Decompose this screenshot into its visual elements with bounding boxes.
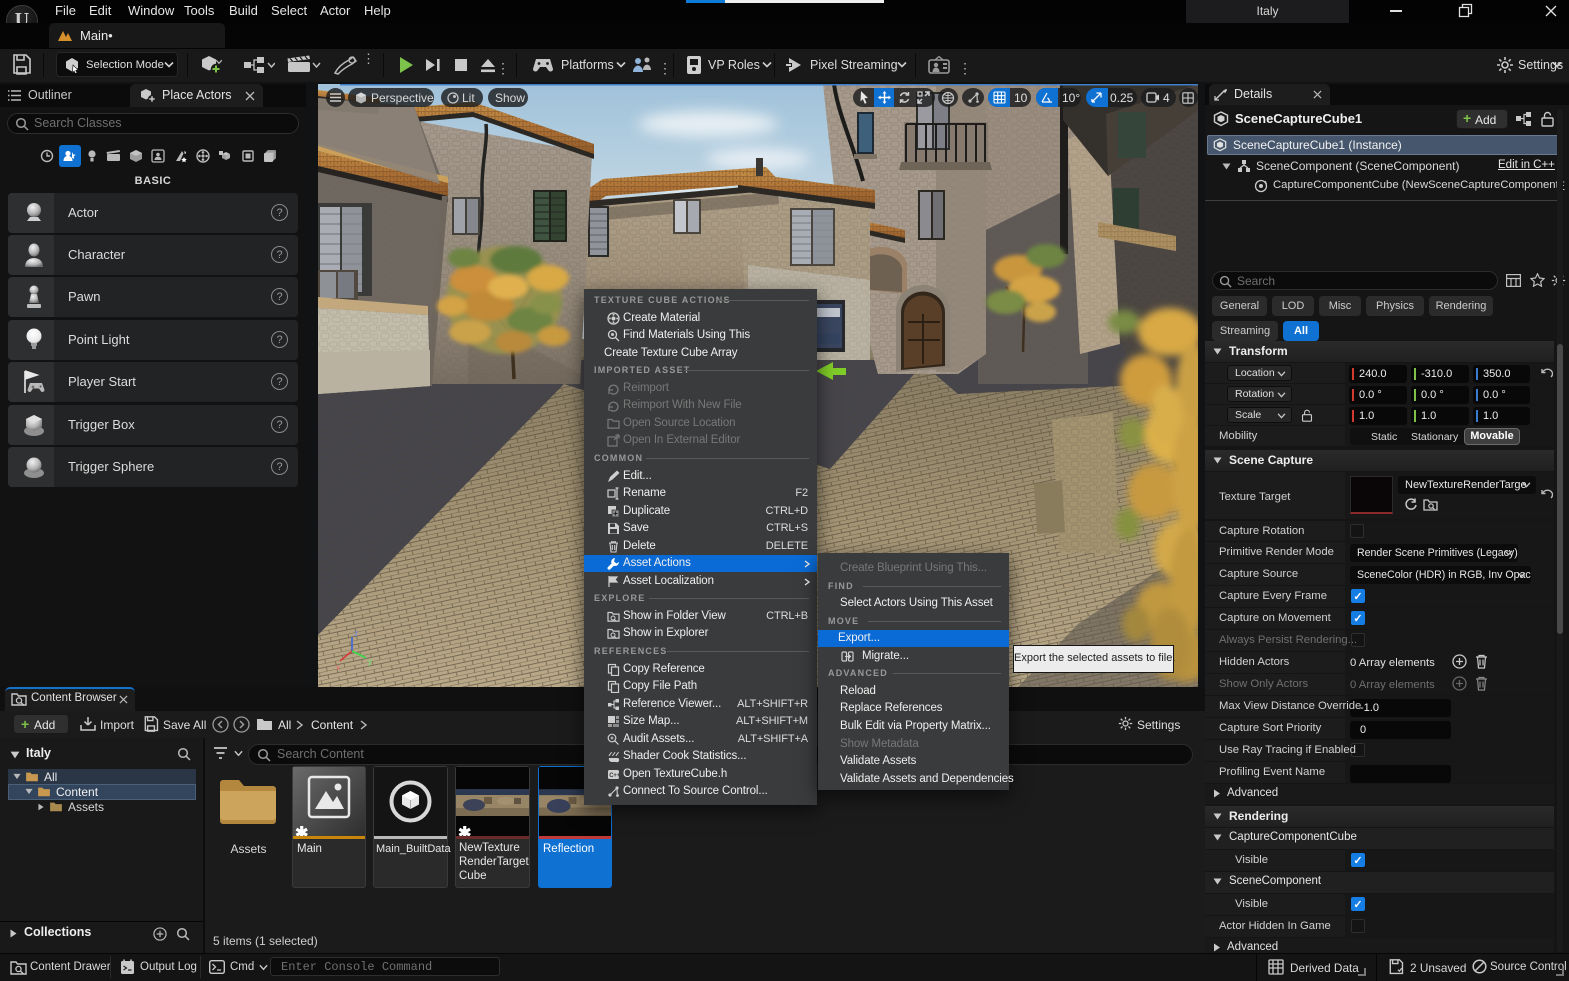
svg-text:C++: C++	[609, 773, 620, 779]
svg-text:x: x	[336, 663, 340, 672]
svg-text:y: y	[368, 657, 372, 666]
svg-text:z: z	[354, 629, 358, 638]
